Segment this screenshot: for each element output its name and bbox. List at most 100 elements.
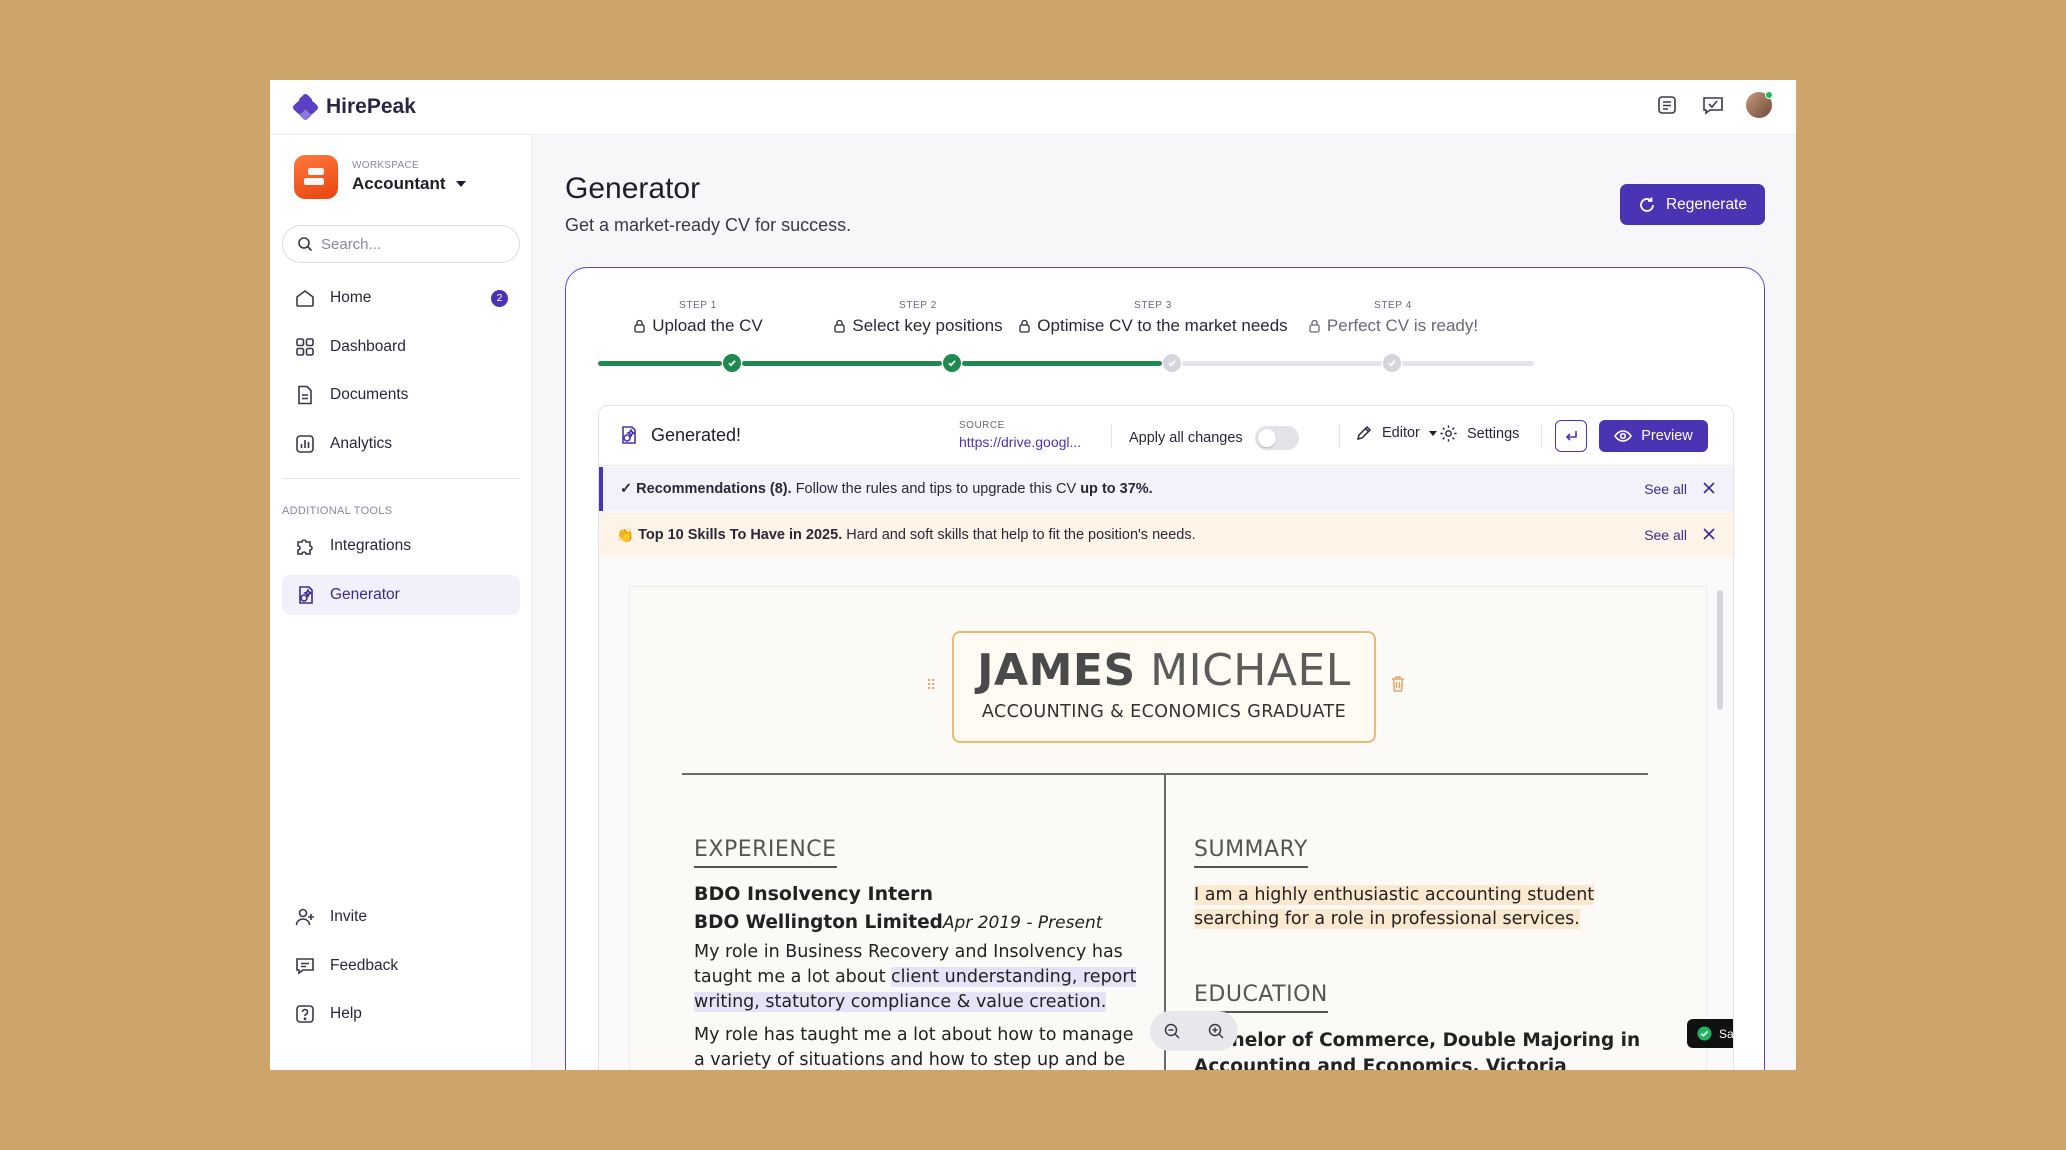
main-content: Generator Get a market-ready CV for succ… [532,135,1796,1070]
job-title: BDO Insolvency Intern [694,883,934,905]
sidebar-item-analytics[interactable]: Analytics [282,424,520,464]
saved-label: Saved! [1719,1026,1734,1041]
recommendations-alert: ✓ Recommendations (8). Follow the rules … [599,467,1733,511]
apply-all-toggle[interactable] [1254,426,1299,450]
search-input[interactable]: Search... [282,225,520,263]
lock-icon [1309,319,1320,333]
editor-dropdown[interactable]: Editor [1355,424,1437,442]
lock-icon [834,319,846,333]
sidebar-item-invite[interactable]: Invite [282,897,520,937]
sidebar-item-generator[interactable]: Generator [282,574,520,615]
cv-document[interactable]: ⠿ JAMES MICHAEL ACCOUNTING & ECONOMICS G… [629,586,1733,1070]
summary-heading: SUMMARY [1194,837,1308,868]
settings-label: Settings [1467,425,1520,442]
sidebar-item-feedback[interactable]: Feedback [282,946,520,986]
undo-icon [1565,431,1577,441]
drag-handle-icon[interactable]: ⠿ [926,677,936,694]
editor-panel: Generated! SOURCE https://drive.googl...… [598,405,1734,1070]
analytics-icon [294,433,316,455]
regenerate-label: Regenerate [1665,195,1747,213]
notification-badge: 2 [491,289,508,307]
company-line: BDO Wellington LimitedApr 2019 - Present [694,912,1102,933]
sidebar-item-label: Invite [330,908,368,925]
cv-name-block[interactable]: JAMES MICHAEL ACCOUNTING & ECONOMICS GRA… [952,631,1376,743]
sidebar-item-home[interactable]: Home 2 [282,278,520,318]
app-window: HirePeak WORKSPACE Accountant Search... [270,80,1796,1070]
progress-segment-3 [962,361,1162,366]
alert-title: Top 10 Skills To Have in 2025. [638,527,843,543]
refresh-icon [1640,197,1654,212]
step-label-text: Upload the CV [652,316,763,335]
see-all-link[interactable]: See all [1644,481,1687,497]
generator-card: STEP 1 Upload the CV STEP 2 Select key p… [565,267,1765,1070]
sidebar-item-documents[interactable]: Documents [282,375,520,415]
messages-icon[interactable] [1700,92,1726,118]
settings-button[interactable]: Settings [1439,424,1519,443]
sidebar-item-label: Generator [330,585,400,603]
tools-nav: Integrations Generator [282,526,520,623]
sidebar-item-label: Help [330,1005,362,1022]
page-subtitle: Get a market-ready CV for success. [565,215,852,235]
step-4[interactable]: STEP 4 Perfect CV is ready! [1243,300,1543,336]
summary-text: I am a highly enthusiastic accounting st… [1194,883,1654,931]
undo-button[interactable] [1555,420,1587,452]
toolbar-divider [1339,424,1340,448]
zoom-in-icon[interactable] [1207,1022,1225,1040]
sidebar-item-label: Documents [330,386,409,403]
progress-segment-4 [1182,361,1382,366]
experience-paragraph-2: My role has taught me a lot about how to… [694,1025,1134,1070]
toolbar-divider [1111,424,1112,448]
generator-icon [622,426,636,444]
step-3-check-icon [1163,354,1181,372]
workspace-name-text: Accountant [352,174,446,193]
user-avatar[interactable] [1746,91,1773,118]
generated-title: Generated! [617,424,741,446]
education-heading: EDUCATION [1194,982,1328,1013]
job-dates: Apr 2019 - Present [942,913,1103,933]
home-icon [294,287,316,309]
close-icon[interactable] [1701,480,1717,496]
see-all-link[interactable]: See all [1644,527,1687,543]
zoom-out-icon[interactable] [1163,1022,1181,1040]
trash-icon[interactable] [1390,675,1406,693]
workspace-name: Accountant [352,174,466,194]
highlighted-summary[interactable]: I am a highly enthusiastic accounting st… [1194,885,1595,929]
sidebar-item-label: Dashboard [330,337,406,355]
generator-icon [294,584,316,606]
workspace-label: WORKSPACE [352,160,419,171]
workspace-logo [294,155,338,199]
apply-label: Apply all changes [1129,430,1243,446]
generated-title-text: Generated! [651,424,742,445]
chevron-down-icon [1428,430,1437,436]
puzzle-icon [294,535,316,557]
alert-text: Hard and soft skills that help to fit th… [846,527,1196,543]
alert-title: Recommendations (8). [636,481,792,497]
saved-toast: Saved! [1687,1019,1734,1048]
source-info: SOURCE https://drive.googl... [959,420,1081,450]
document-scrollbar[interactable] [1717,590,1723,710]
sidebar-item-dashboard[interactable]: Dashboard [282,327,520,367]
chat-icon [294,955,316,977]
cv-first-name: JAMES [977,645,1136,696]
section-label: ADDITIONAL TOOLS [282,505,393,517]
sidebar-item-integrations[interactable]: Integrations [282,526,520,566]
online-status-dot [1765,91,1773,99]
degree-text: Bachelor of Commerce, Double Majoring in… [1194,1030,1641,1070]
source-link[interactable]: https://drive.googl... [959,434,1081,450]
sidebar-item-label: Feedback [330,956,399,974]
check-icon: ✓ [620,481,633,497]
chevron-down-icon [455,181,466,187]
brand-logo[interactable]: HirePeak [291,92,416,122]
brand-name: HirePeak [326,95,416,118]
notes-icon[interactable] [1654,92,1680,118]
source-label: SOURCE [959,420,1005,431]
top-actions [1654,91,1773,118]
regenerate-button[interactable]: Regenerate [1619,184,1765,225]
page-title: Generator [565,172,701,205]
experience-paragraph: My role in Business Recovery and Insolve… [694,940,1139,1015]
preview-button[interactable]: Preview [1599,420,1708,452]
close-icon[interactable] [1701,526,1717,542]
workspace-switcher[interactable]: WORKSPACE Accountant [294,155,466,199]
sidebar-item-help[interactable]: Help [282,994,520,1034]
skills-alert: 👏 Top 10 Skills To Have in 2025. Hard an… [599,513,1733,557]
